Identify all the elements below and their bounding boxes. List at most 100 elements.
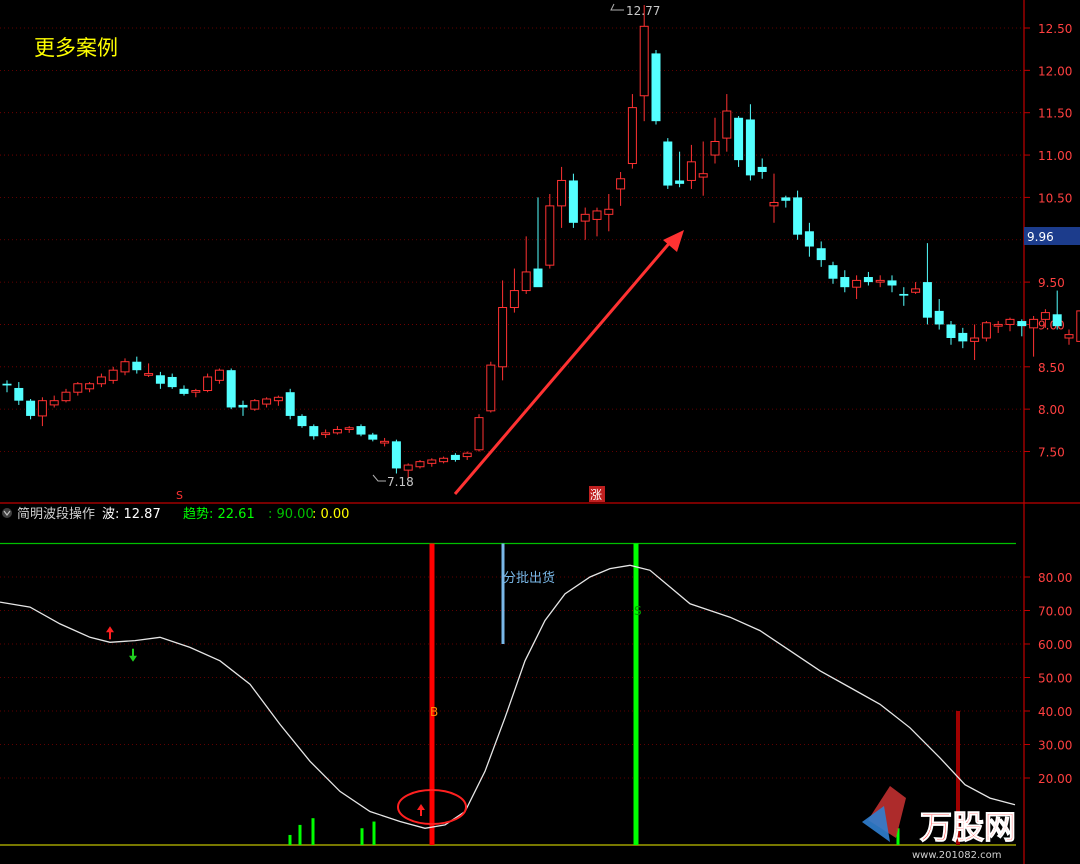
candle-body bbox=[450, 454, 460, 460]
indicator-axis: 80.00 70.00 60.00 50.00 40.00 30.00 20.00 bbox=[1024, 571, 1072, 786]
candle-body bbox=[698, 173, 708, 178]
candle bbox=[203, 373, 213, 393]
candle-body bbox=[391, 441, 401, 469]
candle bbox=[61, 388, 71, 403]
candle bbox=[816, 241, 826, 267]
candle-body bbox=[1052, 314, 1062, 327]
candle bbox=[356, 424, 366, 437]
candle bbox=[710, 117, 720, 164]
candle bbox=[332, 426, 342, 435]
candle bbox=[462, 451, 472, 460]
candle bbox=[285, 388, 295, 420]
candle-body bbox=[498, 307, 508, 368]
candle-body bbox=[120, 361, 130, 373]
candle bbox=[1017, 319, 1027, 337]
buy-arrow-icon bbox=[417, 804, 425, 816]
candle-body bbox=[427, 459, 437, 464]
candle bbox=[439, 456, 449, 464]
candle-body bbox=[155, 375, 165, 384]
indicator-tick-label: 60.00 bbox=[1038, 638, 1072, 652]
candle-body bbox=[828, 265, 838, 279]
candle-body bbox=[769, 201, 779, 207]
candle-body bbox=[793, 197, 803, 235]
candle-body bbox=[604, 208, 614, 215]
candle bbox=[580, 207, 590, 240]
candle bbox=[85, 382, 95, 393]
watermark: 万股网 www.201082.com bbox=[862, 786, 1017, 861]
level0-value: : 0.00 bbox=[312, 507, 349, 522]
candle bbox=[509, 268, 519, 313]
candle-body bbox=[745, 119, 755, 176]
high-marker: 12.77 bbox=[610, 3, 660, 18]
candle-body bbox=[970, 337, 980, 342]
candle bbox=[828, 261, 838, 284]
candle-body bbox=[368, 434, 378, 440]
candle-body bbox=[214, 369, 224, 381]
candle bbox=[557, 166, 567, 228]
indicator-name: 简明波段操作 bbox=[17, 506, 95, 522]
candle-body bbox=[875, 279, 885, 283]
candle bbox=[993, 321, 1003, 333]
candle bbox=[568, 173, 578, 228]
candle-body bbox=[946, 324, 956, 339]
wave-value: 波: 12.87 bbox=[102, 507, 161, 522]
candle bbox=[781, 195, 791, 208]
candle-body bbox=[722, 110, 732, 139]
candle-body bbox=[439, 457, 449, 463]
sell-label: 分批出货 bbox=[503, 570, 555, 586]
candle bbox=[958, 327, 968, 349]
candle bbox=[120, 358, 130, 376]
candle bbox=[698, 141, 708, 196]
candle-body bbox=[757, 166, 767, 172]
candle bbox=[533, 197, 543, 288]
candle bbox=[922, 243, 932, 325]
candle-body bbox=[226, 370, 236, 408]
candle-body bbox=[73, 383, 83, 393]
candle bbox=[132, 356, 142, 374]
candles bbox=[2, 5, 1080, 479]
candle bbox=[321, 429, 331, 438]
candle bbox=[545, 194, 555, 269]
candle-body bbox=[309, 426, 319, 437]
candle bbox=[627, 94, 637, 169]
candle bbox=[49, 395, 59, 408]
up-arrow-icon bbox=[106, 626, 114, 640]
current-price-tag: 9.96 bbox=[1024, 227, 1080, 245]
candle-body bbox=[85, 383, 95, 390]
candle bbox=[380, 437, 390, 447]
candle-body bbox=[108, 369, 118, 381]
candle bbox=[686, 144, 696, 189]
candle-body bbox=[911, 288, 921, 293]
candle-body bbox=[734, 117, 744, 161]
low-marker: 7.18 bbox=[372, 474, 414, 489]
candle bbox=[474, 414, 484, 452]
candle-body bbox=[1029, 318, 1039, 329]
candle-body bbox=[1064, 334, 1074, 339]
candle-body bbox=[61, 391, 71, 402]
trend-arrow bbox=[453, 230, 684, 495]
candle bbox=[1005, 317, 1015, 332]
candle-body bbox=[545, 205, 555, 266]
candle bbox=[144, 363, 154, 377]
price-tick-label: 12.00 bbox=[1038, 64, 1072, 78]
price-tick-label: 11.50 bbox=[1038, 107, 1072, 121]
candle bbox=[250, 398, 260, 411]
price-tick-label: 8.50 bbox=[1038, 361, 1065, 375]
candle bbox=[1064, 329, 1074, 345]
candle-body bbox=[1040, 312, 1050, 320]
candle bbox=[675, 151, 685, 188]
low-label: 7.18 bbox=[387, 475, 414, 489]
s-marker: S bbox=[176, 489, 183, 502]
indicator-tick-label: 70.00 bbox=[1038, 605, 1072, 619]
candle-body bbox=[415, 461, 425, 468]
candle bbox=[852, 275, 862, 300]
candle-body bbox=[285, 392, 295, 416]
candle-body bbox=[1017, 321, 1027, 327]
candle bbox=[450, 453, 460, 462]
candle bbox=[793, 190, 803, 240]
candle bbox=[37, 397, 47, 427]
candle-body bbox=[568, 180, 578, 223]
candle-body bbox=[356, 426, 366, 435]
candle-body bbox=[191, 390, 201, 393]
candle bbox=[604, 194, 614, 232]
